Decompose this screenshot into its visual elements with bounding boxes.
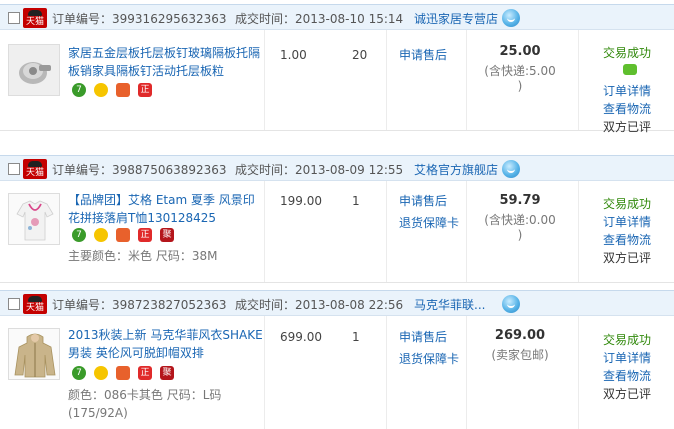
both-rated-text: 双方已评	[603, 120, 652, 134]
service-badges: 7 正聚	[72, 366, 182, 382]
order-total: 25.00 (含快递:5.00 )	[484, 44, 556, 93]
shop-name-link[interactable]: 诚迅家居专营店	[414, 10, 498, 27]
deal-time: 成交时间：2013-08-08 22:56	[235, 298, 404, 312]
order-status-panel: 交易成功 订单详情 查看物流 双方已评	[603, 44, 663, 136]
order-total: 59.79 (含快递:0.00 )	[484, 193, 556, 242]
view-logistics-link[interactable]: 查看物流	[603, 100, 663, 118]
both-rated-text: 双方已评	[603, 387, 652, 401]
juhuasuan-icon[interactable]: 聚	[160, 366, 174, 380]
both-rated-text: 双方已评	[603, 251, 652, 265]
authentic-icon[interactable]: 正	[138, 83, 152, 97]
tmall-icon: 天猫	[23, 159, 47, 179]
order-header: 天猫 订单编号：399316295632363 成交时间：2013-08-10 …	[0, 4, 674, 30]
unit-price: 699.00	[280, 330, 322, 344]
wangwang-chat-icon[interactable]	[502, 9, 520, 27]
order-card: 天猫 订单编号：398723827052363 成交时间：2013-08-08 …	[0, 290, 674, 429]
order-detail-link[interactable]: 订单详情	[603, 82, 663, 100]
guarantee-icon[interactable]	[94, 228, 108, 242]
view-logistics-link[interactable]: 查看物流	[603, 231, 663, 249]
juhuasuan-icon[interactable]: 聚	[160, 228, 174, 242]
quantity: 1	[352, 330, 360, 344]
order-number: 订单编号：399316295632363	[52, 12, 227, 26]
authentic-icon[interactable]: 正	[138, 366, 152, 380]
order-total: 269.00 (卖家包邮)	[491, 328, 549, 362]
unit-price: 1.00	[280, 48, 307, 62]
view-logistics-link[interactable]: 查看物流	[603, 367, 663, 385]
service-badges: 7 正聚	[72, 228, 182, 244]
product-attributes: 主要颜色：米色 尺码：38M	[68, 249, 218, 263]
order-body: 家居五金层板托层板钉玻璃隔板托隔板销家具隔板钉活动托层板粒 7正 1.00 20…	[0, 30, 674, 134]
guarantee-icon[interactable]	[94, 366, 108, 380]
authentic-icon[interactable]: 正	[138, 228, 152, 242]
seven-day-return-icon[interactable]: 7	[72, 366, 86, 380]
order-header: 天猫 订单编号：398723827052363 成交时间：2013-08-08 …	[0, 290, 674, 316]
deal-time: 成交时间：2013-08-10 15:14	[235, 12, 404, 26]
apply-after-sale-link[interactable]: 申请售后	[399, 192, 447, 210]
order-body: 2013秋装上新 马克华菲风衣SHAKE男装 英伦风可脱卸帽双排 7 正聚 颜色：…	[0, 316, 674, 429]
product-thumbnail[interactable]	[8, 44, 60, 96]
return-guarantee-card-link[interactable]: 退货保障卡	[399, 350, 459, 368]
service-badges: 7正	[72, 83, 160, 99]
unit-price: 199.00	[280, 194, 322, 208]
shop-name-link[interactable]: 马克华菲联...	[414, 296, 485, 313]
wangwang-chat-icon[interactable]	[502, 160, 520, 178]
apply-after-sale-link[interactable]: 申请售后	[399, 46, 447, 64]
guarantee-icon[interactable]	[94, 83, 108, 97]
seven-day-return-icon[interactable]: 7	[72, 228, 86, 242]
consumer-protection-icon[interactable]	[116, 83, 130, 97]
order-status-panel: 交易成功 订单详情 查看物流 双方已评	[603, 195, 663, 267]
order-card: 天猫 订单编号：399316295632363 成交时间：2013-08-10 …	[0, 4, 674, 134]
order-number: 订单编号：398875063892363	[52, 163, 227, 177]
tmall-icon: 天猫	[23, 8, 47, 28]
order-detail-link[interactable]: 订单详情	[603, 349, 663, 367]
quantity: 20	[352, 48, 368, 62]
product-title-link[interactable]: 2013秋装上新 马克华菲风衣SHAKE男装 英伦风可脱卸帽双排	[68, 326, 263, 362]
status-text: 交易成功	[603, 197, 652, 211]
product-attributes: 颜色：086卡其色 尺码：L码(175/92A)	[68, 388, 222, 420]
apply-after-sale-link[interactable]: 申请售后	[399, 328, 447, 346]
wangwang-chat-icon[interactable]	[502, 295, 520, 313]
order-checkbox[interactable]	[8, 298, 20, 310]
order-number: 订单编号：398723827052363	[52, 298, 227, 312]
return-guarantee-card-link[interactable]: 退货保障卡	[399, 214, 459, 232]
order-card: 天猫 订单编号：398875063892363 成交时间：2013-08-09 …	[0, 155, 674, 283]
order-body: 【品牌团】艾格 Etam 夏季 风景印花拼接落肩T恤130128425 7正聚 …	[0, 181, 674, 283]
tmall-icon: 天猫	[23, 294, 47, 314]
message-icon[interactable]	[603, 62, 663, 82]
seven-day-return-icon[interactable]: 7	[72, 83, 86, 97]
product-thumbnail[interactable]	[8, 328, 60, 380]
shop-name-link[interactable]: 艾格官方旗舰店	[414, 161, 498, 178]
order-checkbox[interactable]	[8, 12, 20, 24]
order-status-panel: 交易成功 订单详情 查看物流 双方已评	[603, 331, 663, 403]
quantity: 1	[352, 194, 360, 208]
product-title-link[interactable]: 家居五金层板托层板钉玻璃隔板托隔板销家具隔板钉活动托层板粒	[68, 44, 263, 80]
consumer-protection-icon[interactable]	[116, 366, 130, 380]
status-text: 交易成功	[603, 333, 652, 347]
product-title-link[interactable]: 【品牌团】艾格 Etam 夏季 风景印花拼接落肩T恤130128425	[68, 191, 263, 227]
deal-time: 成交时间：2013-08-09 12:55	[235, 163, 404, 177]
order-detail-link[interactable]: 订单详情	[603, 213, 663, 231]
order-checkbox[interactable]	[8, 163, 20, 175]
consumer-protection-icon[interactable]	[116, 228, 130, 242]
product-thumbnail[interactable]	[8, 193, 60, 245]
order-header: 天猫 订单编号：398875063892363 成交时间：2013-08-09 …	[0, 155, 674, 181]
status-text: 交易成功	[603, 46, 652, 60]
